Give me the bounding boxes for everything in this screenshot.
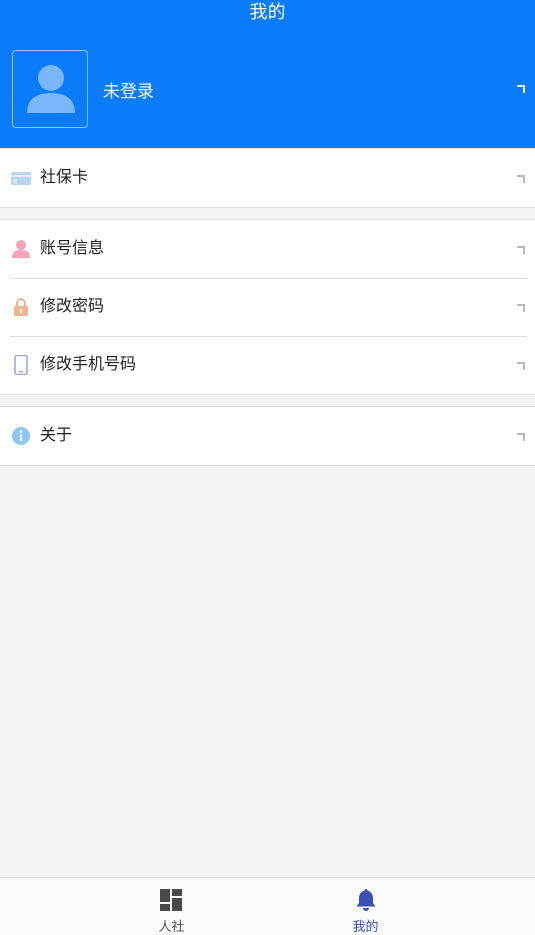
menu-item-label: 社保卡 xyxy=(40,167,89,186)
svg-text:e: e xyxy=(13,177,17,185)
card-icon: e xyxy=(11,172,31,185)
menu-group-account: 账号信息 修改密码 修改手机号码 xyxy=(0,219,535,395)
lock-icon xyxy=(14,298,28,316)
chevron-right-icon xyxy=(517,85,525,93)
tab-mine[interactable]: 我的 xyxy=(232,878,499,935)
chevron-right-icon xyxy=(517,246,525,254)
chevron-right-icon xyxy=(517,362,525,370)
user-icon xyxy=(12,240,30,258)
menu-item-change-password[interactable]: 修改密码 xyxy=(0,278,535,336)
menu-item-label: 修改手机号码 xyxy=(40,354,137,373)
menu-item-label: 关于 xyxy=(40,425,73,444)
menu-group-card: e 社保卡 xyxy=(0,148,535,208)
tab-label: 我的 xyxy=(352,920,379,935)
phone-icon xyxy=(14,355,28,375)
avatar[interactable] xyxy=(12,50,88,128)
avatar-person-icon xyxy=(27,65,75,113)
chevron-right-icon xyxy=(517,433,525,441)
bottom-tab-bar: 人社 我的 xyxy=(0,877,535,935)
chevron-right-icon xyxy=(517,304,525,312)
grid-icon xyxy=(160,889,182,911)
menu-item-account-info[interactable]: 账号信息 xyxy=(0,220,535,278)
menu-item-change-phone[interactable]: 修改手机号码 xyxy=(0,336,535,394)
bell-icon xyxy=(356,889,376,911)
menu-item-label: 修改密码 xyxy=(40,296,105,315)
menu-item-label: 账号信息 xyxy=(40,238,105,257)
profile-row[interactable]: 未登录 xyxy=(0,50,535,128)
header: 我的 未登录 xyxy=(0,0,535,148)
menu-group-about: 关于 xyxy=(0,406,535,466)
chevron-right-icon xyxy=(517,175,525,183)
page-title: 我的 xyxy=(249,2,286,23)
menu-item-about[interactable]: 关于 xyxy=(0,407,535,465)
menu-item-social-card[interactable]: e 社保卡 xyxy=(0,149,535,207)
login-status-text[interactable]: 未登录 xyxy=(103,77,154,102)
info-icon xyxy=(12,427,30,445)
